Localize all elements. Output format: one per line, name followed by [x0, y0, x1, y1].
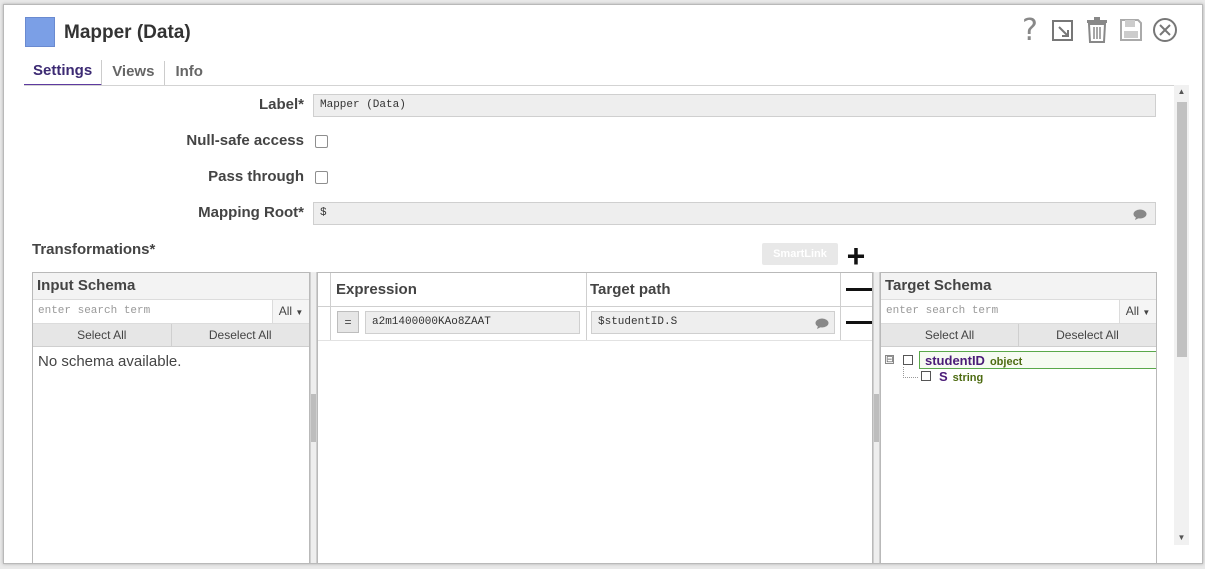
- smartlink-button[interactable]: SmartLink: [762, 243, 838, 265]
- input-deselect-all-button[interactable]: Deselect All: [172, 324, 310, 346]
- transformations-title: Transformations*: [32, 241, 156, 258]
- remove-row-button[interactable]: [846, 321, 872, 324]
- collapse-icon[interactable]: ⊟: [885, 355, 894, 364]
- input-select-all-button[interactable]: Select All: [33, 324, 172, 346]
- save-icon[interactable]: [1117, 15, 1145, 45]
- scroll-down-icon[interactable]: ▼: [1174, 531, 1189, 545]
- tree-node-s[interactable]: Sstring: [881, 367, 1156, 387]
- target-path-value: $studentID.S: [598, 316, 678, 328]
- input-schema-filter[interactable]: All ▼: [272, 300, 309, 323]
- chevron-down-icon: ▼: [295, 308, 304, 317]
- target-schema-tree: ⊟ studentID object Sstring: [881, 347, 1156, 387]
- input-schema-title: Input Schema: [33, 273, 309, 300]
- dialog-scrollbar[interactable]: ▲ ▼: [1174, 85, 1189, 545]
- remove-all-button[interactable]: [846, 288, 872, 291]
- dialog-title: Mapper (Data): [64, 22, 191, 43]
- snap-color-swatch: [25, 17, 55, 47]
- right-splitter[interactable]: [873, 272, 880, 563]
- null-safe-checkbox[interactable]: [315, 135, 328, 148]
- target-schema-filter-value: All: [1125, 304, 1140, 318]
- input-schema-filter-value: All: [278, 304, 293, 318]
- mapping-root-value: $: [320, 207, 327, 219]
- tab-settings[interactable]: Settings: [24, 60, 103, 86]
- expression-input[interactable]: a2m1400000KAo8ZAAT: [365, 311, 580, 334]
- target-schema-panel: Target Schema enter search term All ▼ Se…: [880, 272, 1157, 563]
- scroll-up-icon[interactable]: ▲: [1174, 85, 1189, 99]
- input-schema-search[interactable]: enter search term: [33, 300, 273, 323]
- tab-divider: [24, 85, 1182, 86]
- target-path-input[interactable]: $studentID.S: [591, 311, 835, 334]
- label-input[interactable]: Mapper (Data): [313, 94, 1156, 117]
- input-schema-panel: Input Schema enter search term All ▼ Sel…: [32, 272, 310, 563]
- chevron-down-icon: ▼: [1142, 308, 1151, 317]
- mapping-root-label: Mapping Root*: [198, 204, 304, 221]
- left-splitter[interactable]: [310, 272, 317, 563]
- table-row: = a2m1400000KAo8ZAAT $studentID.S: [318, 306, 872, 341]
- export-icon[interactable]: [1049, 15, 1077, 45]
- scrollbar-thumb[interactable]: [1177, 102, 1187, 357]
- input-schema-empty-message: No schema available.: [38, 353, 182, 370]
- mapping-root-input[interactable]: $: [313, 202, 1156, 225]
- comment-icon[interactable]: [815, 318, 829, 329]
- trash-icon[interactable]: [1083, 15, 1111, 45]
- node-checkbox[interactable]: [921, 371, 931, 381]
- mapper-dialog: Mapper (Data) ? Settings Views Info Labe…: [3, 4, 1203, 564]
- target-schema-filter[interactable]: All ▼: [1119, 300, 1156, 323]
- target-deselect-all-button[interactable]: Deselect All: [1019, 324, 1156, 346]
- tab-bar: Settings Views Info: [24, 60, 213, 86]
- target-select-all-button[interactable]: Select All: [881, 324, 1019, 346]
- comment-icon[interactable]: [1133, 209, 1147, 220]
- node-label[interactable]: studentID object: [919, 351, 1156, 369]
- mapping-table: Expression Target path = a2m1400000KAo8Z…: [317, 272, 873, 563]
- add-mapping-button[interactable]: +: [842, 240, 870, 272]
- node-label: Sstring: [939, 369, 984, 384]
- null-safe-label: Null-safe access: [186, 132, 304, 149]
- label-field-label: Label*: [258, 96, 304, 113]
- target-schema-search[interactable]: enter search term: [881, 300, 1121, 323]
- pass-through-checkbox[interactable]: [315, 171, 328, 184]
- help-icon[interactable]: ?: [1016, 13, 1044, 48]
- tab-info[interactable]: Info: [165, 61, 213, 85]
- close-icon[interactable]: [1151, 15, 1179, 45]
- target-schema-title: Target Schema: [881, 273, 1156, 300]
- node-checkbox[interactable]: [903, 355, 913, 365]
- tab-views[interactable]: Views: [102, 61, 166, 85]
- pass-through-label: Pass through: [208, 168, 304, 185]
- expression-column-header: Expression: [336, 281, 417, 298]
- tree-node-studentid[interactable]: ⊟ studentID object: [881, 351, 1156, 369]
- target-path-column-header: Target path: [590, 281, 671, 298]
- expression-toggle-button[interactable]: =: [337, 311, 359, 333]
- mapping-table-header: Expression Target path: [318, 273, 872, 307]
